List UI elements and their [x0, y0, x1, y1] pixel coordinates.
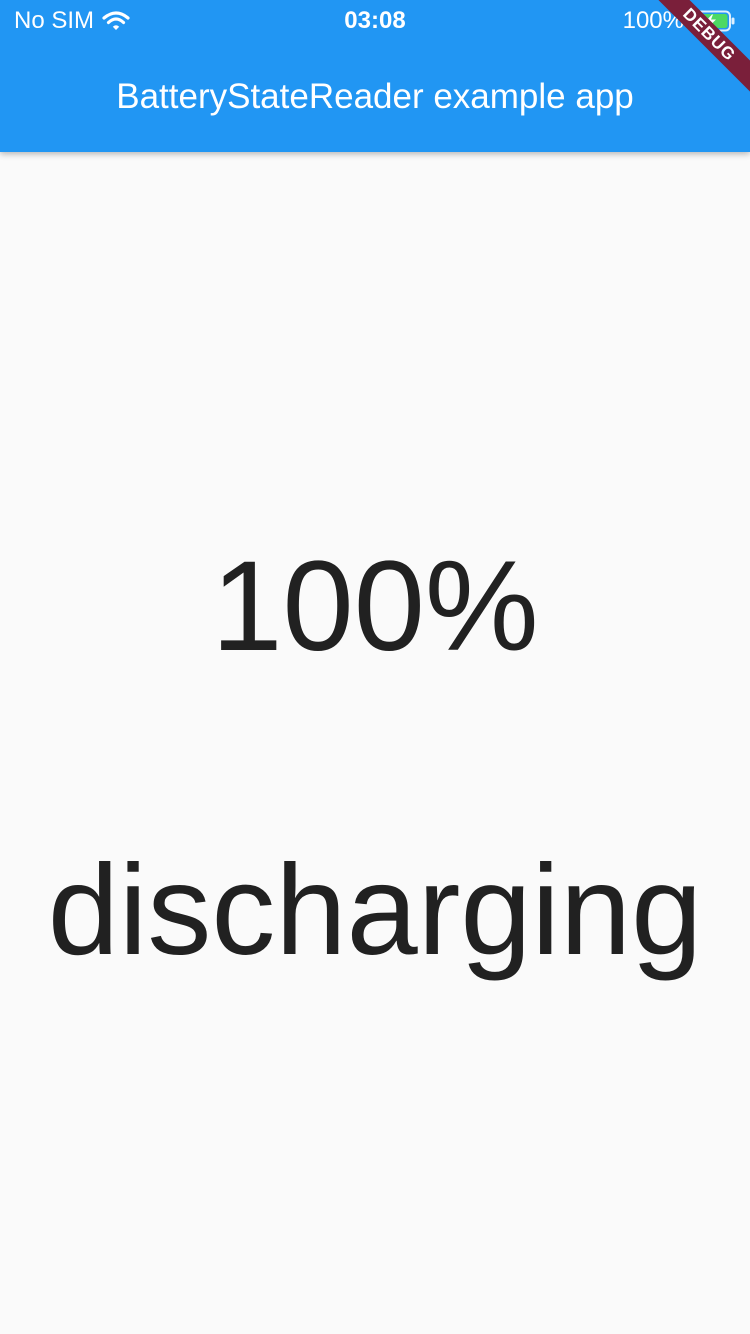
battery-state-text: discharging — [47, 839, 703, 982]
main-content: 100% discharging — [0, 152, 750, 1334]
battery-level-text: 100% — [211, 535, 539, 678]
app-bar: No SIM 03:08 100% BatteryStateReader exa… — [0, 0, 750, 152]
app-title: BatteryStateReader example app — [116, 77, 634, 116]
status-bar: No SIM 03:08 100% — [0, 0, 750, 40]
